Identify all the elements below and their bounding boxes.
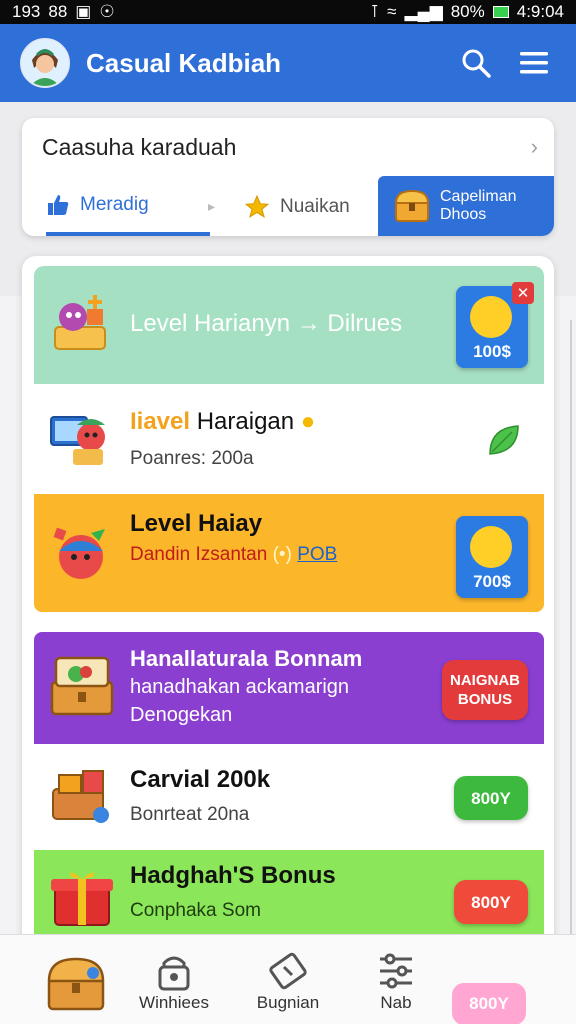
bonus-button-line2: BONUS (457, 691, 513, 708)
thumbs-up-icon (46, 193, 70, 217)
close-icon[interactable]: ✕ (512, 282, 534, 304)
nav-item-bugnian[interactable]: Bugnian (238, 949, 338, 1013)
clock: 4:9:04 (516, 2, 564, 21)
avatar[interactable] (20, 38, 70, 88)
row-title: Carvial 200k (130, 766, 271, 793)
bonus-button[interactable]: NAIGNAB BONUS (442, 660, 528, 720)
status-bar: 193 88 ▣ ☉ ⊺ ≈ ▂▄▆ 80% 4:9:04 (0, 0, 576, 24)
row-title-rest: Haraigan (190, 408, 295, 435)
row-title: Level Haiay (130, 510, 263, 537)
row-title: Level Harianyn → Dilrues (130, 310, 403, 337)
score-badge-label: 700$ (473, 572, 511, 591)
tab-capeliman[interactable]: Capeliman Dhoos (378, 176, 554, 236)
nav-item-nab[interactable]: Nab (346, 949, 446, 1013)
gift-box-icon (46, 862, 118, 934)
tab-label-line1: Capeliman (440, 188, 517, 205)
row-line-3: Denogekan (130, 704, 233, 726)
status-text: 193 (12, 2, 41, 21)
row-subtitle: Bonrteat 20na (130, 804, 250, 825)
search-button[interactable] (454, 41, 498, 85)
sync-icon: ☉ (99, 2, 115, 21)
battery-percent: 80% (450, 2, 485, 21)
chest-icon (394, 189, 430, 223)
avatar-icon (22, 40, 68, 86)
app-bar: Casual Kadbiah (0, 24, 576, 102)
claim-button[interactable]: 800Y (454, 776, 528, 820)
row-subtitle: Poanres: 200a (130, 448, 254, 469)
score-badge[interactable]: ✕ 100$ (456, 282, 534, 368)
treasure-chest-icon (26, 957, 126, 1011)
wifi-icon: ≈ (387, 2, 397, 21)
tab-nuaikan[interactable]: Nuaikan (244, 178, 384, 236)
lock-icon (124, 949, 224, 993)
ticket-icon (238, 949, 338, 993)
list-item[interactable]: Carvial 200k Bonrteat 20na 800Y (34, 746, 544, 850)
list-item[interactable]: Level Harianyn → Dilrues ✕ 100$ (34, 266, 544, 384)
settings-sliders-icon (346, 949, 446, 993)
score-badge-label: 100$ (473, 342, 511, 361)
search-icon (462, 49, 491, 78)
row-line-2: hanadhakan ackamarign (130, 676, 350, 698)
star-icon (244, 194, 270, 220)
nav-label: Winhiees (139, 993, 209, 1012)
gift-character-icon (46, 288, 118, 360)
nav-item-home[interactable] (26, 957, 126, 1011)
nav-label: Nab (380, 993, 412, 1012)
hamburger-icon (520, 52, 548, 74)
row-subtitle-symbol: (•) (272, 544, 292, 565)
lightbulb-icon: ● (300, 408, 316, 435)
row-title: Iiavel Haraigan ● (130, 408, 315, 436)
bottom-navigation: Winhiees Bugnian Nab 800Y (0, 934, 576, 1024)
chevron-right-icon[interactable]: › (531, 134, 538, 160)
list-item[interactable]: Level Haiay Dandin Izsantan (•) POB 700$ (34, 494, 544, 612)
row-title: Hanallaturala Bonnam (130, 646, 363, 671)
claim-button[interactable]: 800Y (454, 880, 528, 924)
toolbox-icon (46, 760, 118, 832)
smiley-icon (470, 296, 512, 338)
app-title: Casual Kadbiah (86, 47, 282, 78)
row-subtitle: Dandin Izsantan (•) POB (130, 544, 337, 566)
list-item[interactable]: Iiavel Haraigan ● Poanres: 200a (34, 386, 544, 494)
smiley-icon (470, 526, 512, 568)
bonus-button-line1: NAIGNAB (450, 672, 520, 689)
tab-separator-icon: ▸ (208, 198, 216, 214)
nav-label: Bugnian (256, 993, 320, 1012)
score-badge[interactable]: 700$ (456, 516, 528, 598)
tab-meradig[interactable]: Meradig (46, 178, 210, 236)
nav-reward-button[interactable]: 800Y (452, 983, 526, 1024)
filter-card: Caasuha karaduah › Meradig ▸ Nuaikan Cap… (22, 118, 554, 236)
notification-icon: ▣ (75, 2, 92, 21)
row-title-accent: Iiavel (130, 408, 191, 435)
row-title: Hadghah'S Bonus (130, 862, 336, 889)
treasure-chest-icon (46, 652, 118, 724)
list-item[interactable]: Hadghah'S Bonus Conphaka Som 800Y (34, 850, 544, 934)
nav-item-winhiees[interactable]: Winhiees (124, 949, 224, 1013)
scrollbar[interactable] (570, 320, 576, 960)
tab-label: Meradig (80, 194, 149, 215)
status-glyph: 88 (48, 2, 68, 21)
tab-label-line2: Dhoos (440, 206, 487, 223)
tab-label: Nuaikan (280, 196, 350, 217)
signal-icon: ▂▄▆ (404, 2, 443, 21)
menu-button[interactable] (512, 41, 556, 85)
filter-card-title: Caasuha karaduah (42, 134, 237, 160)
list-item[interactable]: Hanallaturala Bonnam hanadhakan ackamari… (34, 632, 544, 744)
robot-character-icon (46, 516, 118, 588)
row-subtitle: Conphaka Som (130, 900, 261, 921)
battery-icon (492, 6, 509, 18)
bluetooth-icon: ⊺ (370, 2, 380, 21)
row-subtitle-text: Dandin Izsantan (130, 544, 268, 565)
computer-character-icon (46, 402, 118, 474)
row-subtitle-link[interactable]: POB (297, 544, 337, 565)
leaf-icon (486, 422, 522, 463)
